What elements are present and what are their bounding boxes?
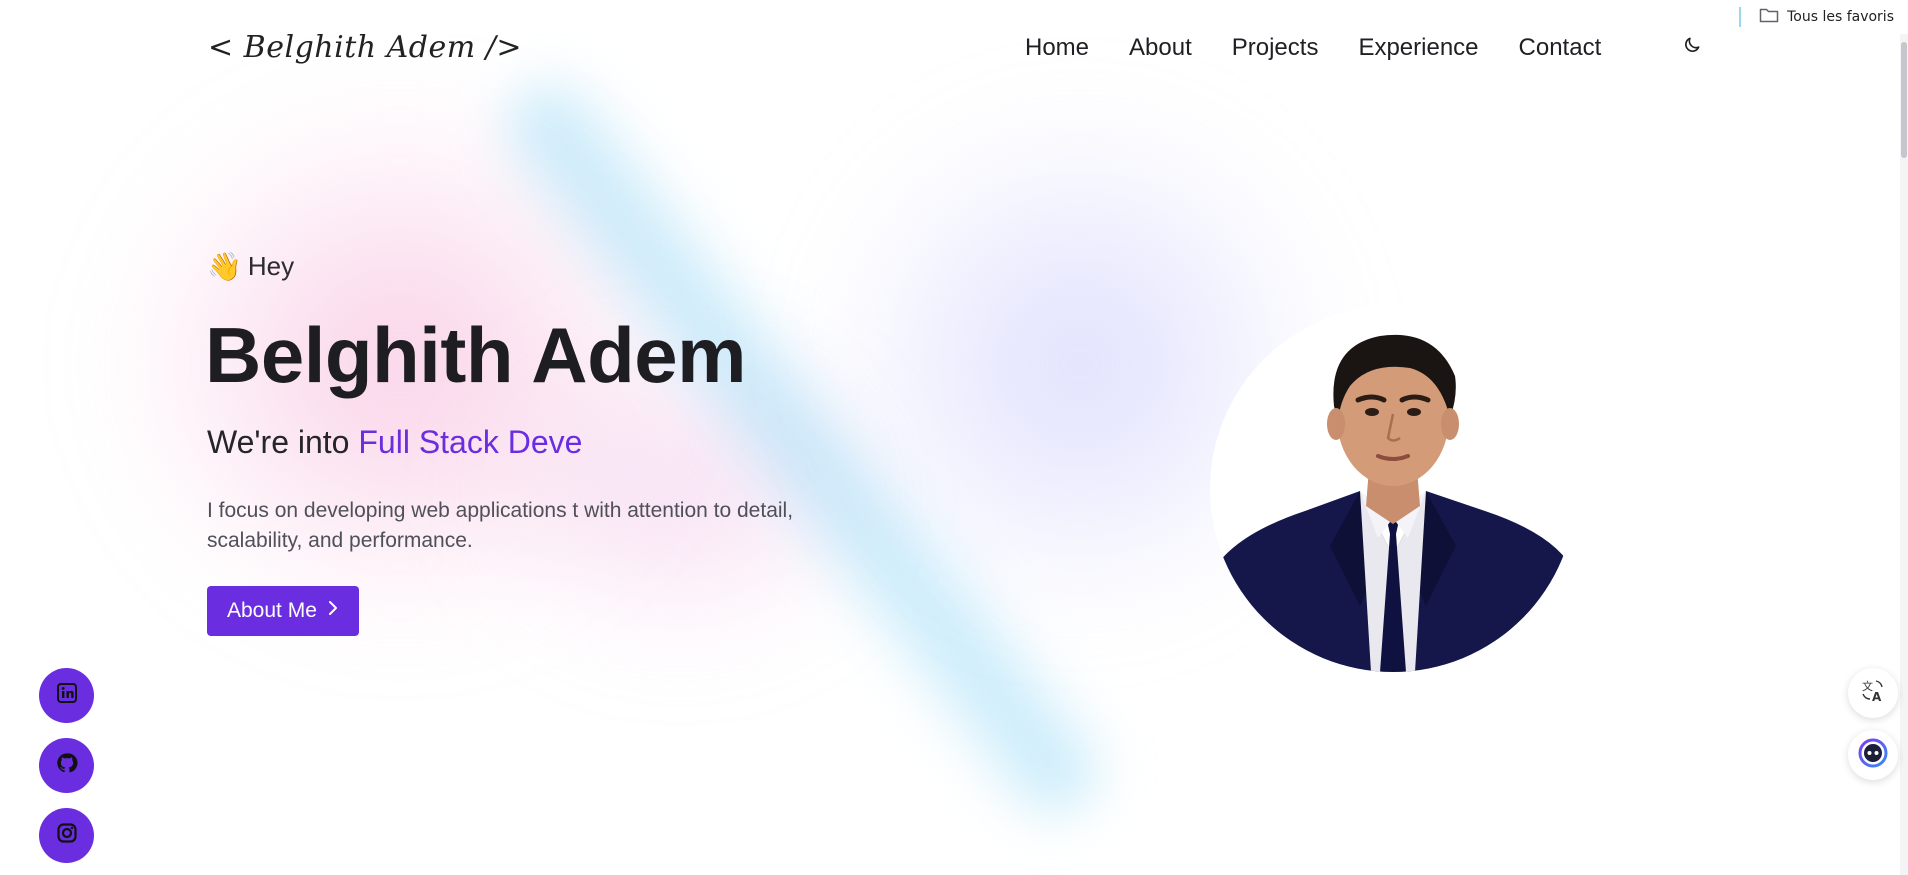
- bookmarks-folder-label: Tous les favoris: [1787, 9, 1894, 25]
- page-scrollbar[interactable]: [1900, 34, 1908, 875]
- tagline-prefix: We're into: [207, 424, 350, 460]
- hero-tagline: We're into Full Stack Deve: [207, 424, 582, 461]
- site-logo[interactable]: < Belghith Adem />: [208, 30, 522, 65]
- github-button[interactable]: [39, 738, 94, 793]
- main-nav: Home About Projects Experience Contact: [1025, 34, 1601, 62]
- linkedin-button[interactable]: [39, 668, 94, 723]
- greeting: 👋 Hey: [207, 250, 294, 283]
- hero-description: I focus on developing web applications t…: [207, 499, 794, 552]
- nav-home[interactable]: Home: [1025, 34, 1089, 62]
- github-icon: [56, 752, 78, 779]
- hero-name: Belghith Adem: [205, 311, 746, 399]
- profile-photo: [1210, 306, 1576, 672]
- nav-projects[interactable]: Projects: [1232, 34, 1319, 62]
- instagram-button[interactable]: [39, 808, 94, 863]
- bookmarks-separator: [1739, 7, 1742, 27]
- assistant-icon: [1858, 738, 1888, 773]
- scrollbar-thumb[interactable]: [1901, 42, 1907, 158]
- about-me-button[interactable]: About Me: [207, 586, 359, 636]
- nav-experience[interactable]: Experience: [1358, 34, 1478, 62]
- theme-toggle-button[interactable]: [1680, 35, 1704, 59]
- chevron-right-icon: [327, 599, 339, 623]
- linkedin-icon: [56, 682, 78, 709]
- svg-text:A: A: [1872, 690, 1882, 704]
- assistant-button[interactable]: [1848, 730, 1898, 780]
- waving-hand-icon: 👋: [207, 251, 242, 282]
- translate-icon: 文A: [1860, 678, 1886, 709]
- translate-button[interactable]: 文A: [1848, 668, 1898, 718]
- bookmarks-folder-all-favorites[interactable]: Tous les favoris: [1759, 7, 1894, 27]
- instagram-icon: [56, 822, 78, 849]
- greeting-text: Hey: [247, 251, 295, 281]
- about-me-label: About Me: [227, 599, 317, 622]
- nav-contact[interactable]: Contact: [1519, 34, 1602, 62]
- nav-about[interactable]: About: [1129, 34, 1192, 62]
- folder-icon: [1759, 7, 1779, 27]
- tagline-typed-role: Full Stack Deve: [358, 424, 583, 460]
- moon-icon: [1682, 35, 1702, 60]
- bookmarks-bar: Tous les favoris: [0, 0, 1908, 34]
